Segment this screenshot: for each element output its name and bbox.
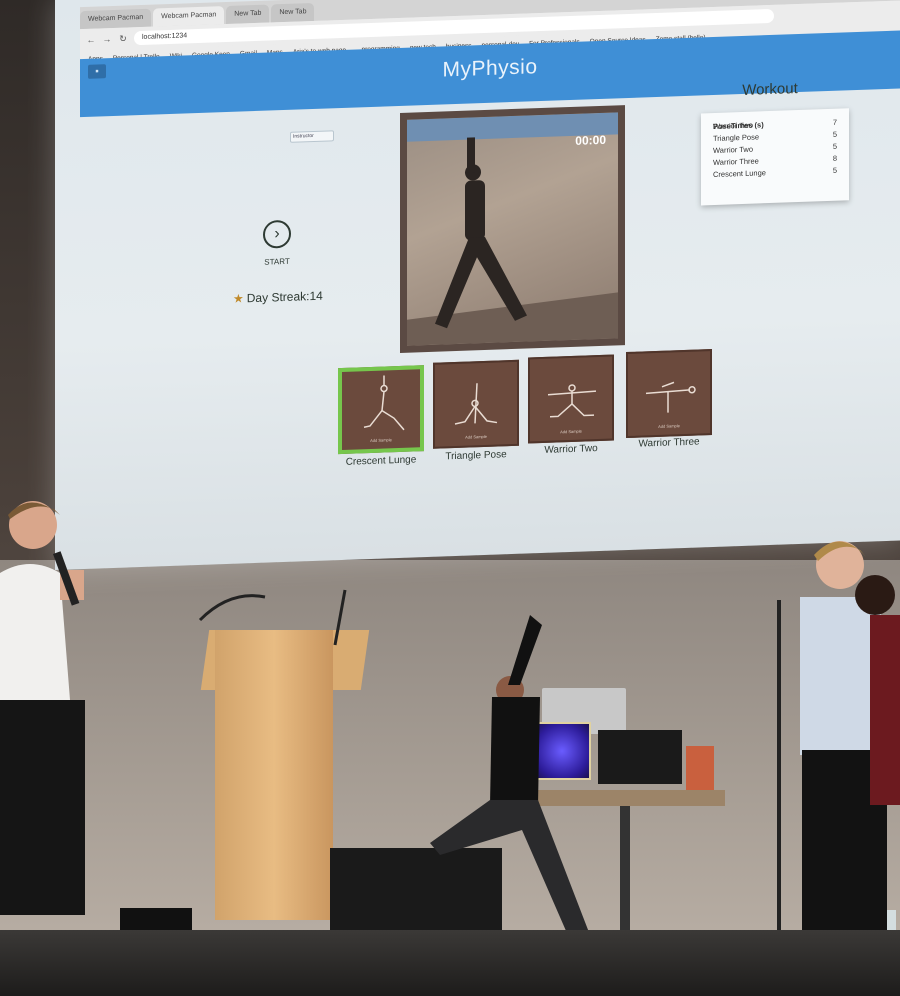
podium bbox=[215, 630, 333, 920]
pose-column-header: Pose bbox=[713, 121, 731, 132]
microphone-stand bbox=[777, 600, 781, 950]
podium-microphones bbox=[198, 589, 347, 646]
times-column-header: Times (s) bbox=[730, 120, 764, 131]
toy-box bbox=[640, 730, 682, 784]
pose-card-warrior-two[interactable]: Add Sample bbox=[528, 354, 614, 444]
workout-title: Workout bbox=[742, 80, 798, 100]
pose-card-crescent-lunge[interactable]: Add Sample bbox=[338, 365, 424, 455]
pose-label: Warrior Two bbox=[544, 443, 598, 456]
chevron-right-icon: › bbox=[274, 225, 280, 243]
workout-time: 8 bbox=[832, 153, 837, 163]
timer: 00:00 bbox=[575, 132, 606, 148]
crescent-lunge-icon bbox=[363, 375, 405, 431]
projection-screen: Webcam Pacman Webcam Pacman New Tab New … bbox=[55, 0, 900, 571]
workout-time: 5 bbox=[832, 165, 837, 175]
pose-label: Crescent Lunge bbox=[345, 454, 417, 468]
workout-time: 5 bbox=[832, 141, 837, 151]
triangle-pose-icon bbox=[454, 383, 498, 425]
workout-pose: Crescent Lunge bbox=[713, 168, 766, 180]
pose-label: Triangle Pose bbox=[445, 449, 507, 463]
start-label: START bbox=[264, 256, 290, 267]
yoga-figure-icon: ★ bbox=[233, 291, 244, 306]
warrior-three-icon bbox=[645, 381, 696, 413]
browser-tab[interactable]: New Tab bbox=[226, 4, 270, 25]
presenter-right bbox=[800, 541, 900, 950]
toy-box bbox=[598, 730, 640, 784]
warrior-two-icon bbox=[547, 384, 597, 418]
pose-card-list: Add Sample Add Sample Add Sample Add Sam… bbox=[338, 349, 728, 478]
yoga-demonstrator bbox=[430, 615, 590, 940]
webcam-frame: 00:00 bbox=[400, 105, 625, 353]
start-button[interactable]: › bbox=[263, 219, 291, 249]
presenter-left bbox=[0, 501, 85, 915]
back-icon[interactable]: ← bbox=[86, 35, 96, 45]
pose-card-triangle-pose[interactable]: Add Sample bbox=[433, 359, 519, 449]
role-select[interactable]: Instructor bbox=[290, 130, 334, 143]
browser-tab[interactable]: New Tab bbox=[271, 2, 315, 23]
workout-time: 7 bbox=[832, 117, 837, 127]
table-leg bbox=[620, 806, 630, 946]
workout-time: 5 bbox=[832, 129, 837, 139]
webcam-feed: 00:00 bbox=[407, 112, 618, 346]
workout-header-row: Pose Times (s) bbox=[713, 119, 764, 133]
day-streak: ★ Day Streak:14 bbox=[233, 289, 323, 306]
stage-floor bbox=[0, 930, 900, 996]
pose-label: Warrior Three bbox=[638, 436, 700, 450]
forward-icon[interactable]: → bbox=[102, 34, 112, 44]
streak-text: Day Streak:14 bbox=[246, 288, 323, 306]
reload-icon[interactable]: ↻ bbox=[118, 33, 128, 44]
workout-table: Pose Times (s) Warrior Two 7 Triangle Po… bbox=[701, 108, 849, 206]
pose-card-warrior-three[interactable]: Add Sample bbox=[626, 349, 712, 439]
orange-box bbox=[686, 746, 714, 790]
